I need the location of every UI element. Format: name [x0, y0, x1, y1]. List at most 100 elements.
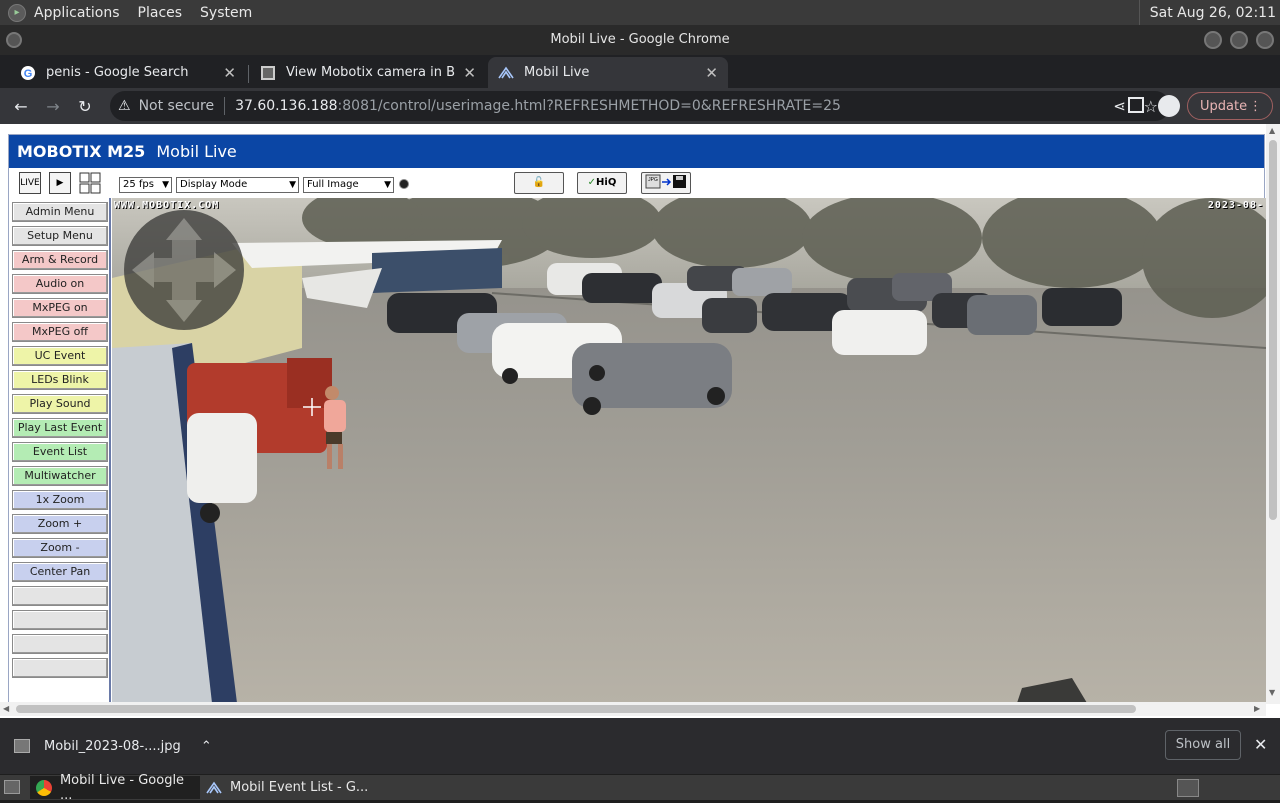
tab-google-search[interactable]: G penis - Google Search ✕ — [10, 57, 246, 88]
multiview-grid-icon[interactable] — [79, 172, 101, 194]
address-bar[interactable]: ⚠ Not secure 37.60.136.188:8081/control/… — [110, 91, 1170, 121]
clock[interactable]: Sat Aug 26, 02:11 — [1138, 0, 1280, 25]
minimize-button[interactable] — [1204, 31, 1222, 49]
divider — [224, 97, 226, 115]
reload-icon[interactable]: ↻ — [74, 95, 96, 117]
play-mode-icon[interactable]: ▶ — [49, 172, 71, 194]
menu-button-zoom[interactable]: Zoom - — [12, 538, 108, 558]
close-icon[interactable]: ✕ — [1254, 735, 1267, 754]
browser-toolbar: ← → ↻ ⚠ Not secure 37.60.136.188:8081/co… — [0, 88, 1280, 124]
taskbar-item-label: Mobil Event List - G... — [230, 780, 369, 795]
forward-arrow-icon[interactable]: → — [42, 95, 64, 117]
menu-button-play-last-event[interactable]: Play Last Event — [12, 418, 108, 438]
horizontal-scrollbar[interactable]: ◀ ▶ — [0, 702, 1266, 716]
svg-text:G: G — [24, 68, 33, 80]
camera-menu-sidebar: Admin Menu Setup Menu Arm & Record Audio on… — [9, 198, 111, 703]
tab-mobotix-view[interactable]: View Mobotix camera in Bulga ✕ — [250, 57, 486, 88]
chrome-tray-icon[interactable] — [1177, 779, 1199, 797]
menu-button-center-pan[interactable]: Center Pan — [12, 562, 108, 582]
places-menu[interactable]: Places — [138, 5, 183, 21]
overlay-watermark: WWW.MOBOTIX.COM — [114, 200, 220, 211]
scrollbar-thumb[interactable] — [1269, 140, 1277, 520]
security-status[interactable]: Not secure — [139, 98, 215, 114]
close-tab-icon[interactable]: ✕ — [223, 64, 236, 82]
overlay-timestamp: 2023-08- — [1207, 200, 1264, 211]
system-menu[interactable]: System — [200, 5, 252, 21]
tab-strip: G penis - Google Search ✕ View Mobotix c… — [0, 55, 1280, 139]
camera-title: Mobil Live — [156, 142, 237, 161]
menu-button-1x-zoom[interactable]: 1x Zoom — [12, 490, 108, 510]
google-icon: G — [20, 65, 36, 81]
menu-button-arm-record[interactable]: Arm & Record — [12, 250, 108, 270]
close-tab-icon[interactable]: ✕ — [463, 64, 476, 82]
chevron-down-icon: ▼ — [384, 180, 391, 190]
close-tab-icon[interactable]: ✕ — [705, 64, 718, 82]
camera-page-icon — [260, 65, 276, 81]
camera-live-image[interactable]: WWW.MOBOTIX.COM 2023-08- — [112, 198, 1266, 703]
chevron-up-icon[interactable]: ⌃ — [201, 739, 212, 754]
menu-button-audio-on[interactable]: Audio on — [12, 274, 108, 294]
url-path[interactable]: :8081/control/userimage.html?REFRESHMETH… — [338, 98, 841, 114]
menu-button-uc-event[interactable]: UC Event — [12, 346, 108, 366]
menu-button-setup-menu[interactable]: Setup Menu — [12, 226, 108, 246]
menu-button-multiwatcher[interactable]: Multiwatcher — [12, 466, 108, 486]
show-all-button[interactable]: Show all — [1165, 730, 1241, 760]
window-title: Mobil Live - Google Chrome — [550, 32, 730, 47]
applications-menu[interactable]: Applications — [34, 5, 120, 21]
menu-button-play-sound[interactable]: Play Sound — [12, 394, 108, 414]
hiq-button[interactable]: ✓HiQ — [577, 172, 627, 194]
save-jpg-icon[interactable]: JPG — [641, 172, 691, 194]
bookmark-star-icon[interactable]: ☆ — [1144, 97, 1158, 116]
tab-mobil-live[interactable]: Mobil Live ✕ — [488, 57, 728, 88]
scrollbar-thumb[interactable] — [16, 705, 1136, 713]
download-item[interactable]: Mobil_2023-08-....jpg ⌃ — [14, 732, 212, 760]
image-mode-select[interactable]: Full Image ▼ — [303, 177, 394, 193]
top-panel: ▸ Applications Places System Sat Aug 26,… — [0, 0, 1280, 25]
fps-select[interactable]: 25 fps ▼ — [119, 177, 172, 193]
unlock-icon[interactable]: 🔓 — [514, 172, 564, 194]
taskbar-item-chrome[interactable]: Mobil Live - Google ... — [30, 773, 200, 803]
scroll-up-icon[interactable]: ▲ — [1269, 126, 1275, 135]
close-window-button[interactable] — [1256, 31, 1274, 49]
back-arrow-icon[interactable]: ← — [10, 95, 32, 117]
profile-avatar-icon[interactable] — [1158, 95, 1180, 117]
share-icon[interactable]: ⋖ — [1113, 97, 1126, 115]
menu-button-empty-16[interactable] — [12, 586, 108, 606]
camera-page: MOBOTIX M25 Mobil Live LIVE ▶ 25 fps ▼ Di… — [8, 134, 1266, 704]
tab-title: View Mobotix camera in Bulga — [286, 65, 456, 80]
menu-button-event-list[interactable]: Event List — [12, 442, 108, 462]
menu-button-empty-19[interactable] — [12, 658, 108, 678]
menu-button-empty-17[interactable] — [12, 610, 108, 630]
camera-model: MOBOTIX M25 — [17, 142, 146, 161]
menu-button-leds-blink[interactable]: LEDs Blink — [12, 370, 108, 390]
download-filename[interactable]: Mobil_2023-08-....jpg — [44, 739, 181, 754]
live-mode-icon[interactable]: LIVE — [19, 172, 41, 194]
update-label: Update — [1200, 98, 1248, 114]
distro-logo-icon[interactable]: ▸ — [8, 3, 26, 22]
mobotix-icon — [206, 780, 222, 796]
menu-button-zoom[interactable]: Zoom + — [12, 514, 108, 534]
menu-button-empty-18[interactable] — [12, 634, 108, 654]
side-panel-icon[interactable] — [1128, 97, 1144, 113]
fps-value: 25 fps — [123, 179, 154, 190]
tab-title: penis - Google Search — [46, 65, 189, 80]
scroll-right-icon[interactable]: ▶ — [1254, 704, 1260, 713]
scroll-left-icon[interactable]: ◀ — [3, 704, 9, 713]
menu-button-mxpeg-on[interactable]: MxPEG on — [12, 298, 108, 318]
show-desktop-icon[interactable] — [4, 780, 20, 794]
menu-button-admin-menu[interactable]: Admin Menu — [12, 202, 108, 222]
window-menu-icon[interactable] — [6, 32, 22, 48]
download-shelf: Mobil_2023-08-....jpg ⌃ Show all ✕ — [0, 718, 1280, 774]
kebab-menu-icon[interactable]: ⋮ — [1249, 99, 1262, 114]
update-button[interactable]: Update ⋮ — [1187, 92, 1273, 120]
warning-icon[interactable]: ⚠ — [118, 98, 131, 114]
display-mode-select[interactable]: Display Mode ▼ — [176, 177, 299, 193]
svg-text:JPG: JPG — [648, 177, 658, 183]
taskbar-item-event-list[interactable]: Mobil Event List - G... — [200, 776, 370, 799]
maximize-button[interactable] — [1230, 31, 1248, 49]
image-file-icon — [14, 739, 30, 753]
menu-button-mxpeg-off[interactable]: MxPEG off — [12, 322, 108, 342]
vertical-scrollbar[interactable]: ▲ ▼ — [1266, 124, 1280, 704]
scroll-down-icon[interactable]: ▼ — [1269, 688, 1275, 697]
url-host[interactable]: 37.60.136.188 — [235, 98, 337, 114]
